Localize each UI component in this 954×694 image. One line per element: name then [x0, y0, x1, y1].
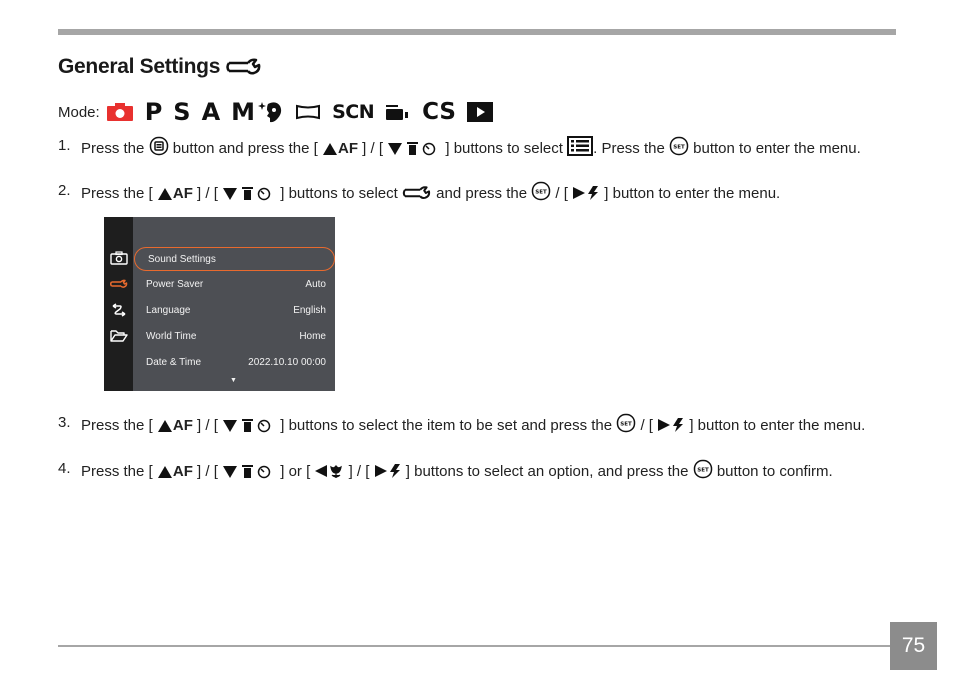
camera-menu-sidebar: [104, 217, 133, 391]
step-text: ] or [: [280, 463, 311, 480]
page-title: General Settings: [58, 55, 262, 79]
step-number: 3.: [58, 414, 71, 431]
camera-icon[interactable]: [110, 251, 128, 265]
up-arrow-icon: [157, 420, 172, 432]
panorama-icon: [295, 104, 321, 120]
menu-item-value: Home: [299, 330, 326, 342]
svg-text:SET: SET: [673, 145, 685, 151]
menu-item-label: World Time: [146, 330, 197, 342]
down-delete-timer-icon: [223, 465, 271, 479]
step-text: ] buttons to select: [445, 140, 563, 157]
menu-item-value: English: [293, 304, 326, 316]
step-3: 3. Press the [ AF ] / [ ] buttons to sel…: [58, 413, 896, 435]
menu-list-icon: [567, 136, 594, 156]
svg-text:SET: SET: [697, 468, 709, 474]
aperture-priority-mode-icon: A: [201, 98, 221, 126]
wrench-icon[interactable]: [110, 277, 128, 291]
program-mode-icon: P: [144, 98, 163, 126]
wrench-icon: [402, 186, 431, 199]
step-number: 1.: [58, 137, 71, 154]
camera-menu-screen: Sound Settings Power Saver Auto Language…: [104, 217, 335, 391]
right-flash-icon: [573, 186, 599, 200]
set-button-icon: SET: [531, 181, 551, 201]
step-text: ] / [: [197, 417, 218, 434]
step-2: 2. Press the [ AF ] / [ ] buttons to sel…: [58, 181, 896, 203]
right-flash-icon: [658, 418, 684, 432]
bottom-divider: [58, 645, 890, 647]
set-button-icon: SET: [669, 136, 689, 156]
wrench-icon: [226, 58, 261, 75]
mode-row: Mode: P S A M SCN CS: [58, 98, 504, 126]
step-number: 4.: [58, 460, 71, 477]
menu-item-value: Auto: [305, 278, 326, 290]
down-delete-timer-icon: [223, 187, 271, 201]
af-key-label: AF: [172, 463, 193, 480]
menu-item-label: Language: [146, 304, 191, 316]
transfer-icon[interactable]: [110, 303, 128, 317]
page-title-text: General Settings: [58, 55, 221, 78]
scroll-down-indicator[interactable]: ▼: [230, 377, 237, 384]
shutter-priority-mode-icon: S: [173, 98, 191, 126]
step-text: Press the [: [81, 417, 153, 434]
menu-item-label: Sound Settings: [148, 253, 216, 265]
step-text: button to confirm.: [716, 463, 833, 480]
step-text: button and press the [: [172, 140, 318, 157]
step-text: Press the [: [81, 463, 153, 480]
step-text: ] / [: [197, 185, 218, 202]
scene-mode-icon: SCN: [332, 101, 375, 123]
step-text: ] / [: [348, 463, 370, 480]
folder-icon[interactable]: [110, 329, 128, 343]
step-text: Press the: [81, 140, 145, 157]
step-text: ] buttons to select the item to be set a…: [280, 417, 613, 434]
menu-item-label: Power Saver: [146, 278, 204, 290]
af-key-label: AF: [172, 185, 193, 202]
step-text: / [: [640, 417, 653, 434]
step-text: Press the [: [81, 185, 153, 202]
menu-item-language[interactable]: Language English: [133, 298, 335, 322]
step-text: and press the: [436, 185, 528, 202]
step-text: . Press the: [593, 140, 665, 157]
menu-button-icon: [149, 136, 168, 156]
af-key-label: AF: [338, 140, 358, 157]
step-1: 1. Press the button and press the [ AF ]…: [58, 136, 896, 158]
step-text: / [: [555, 185, 568, 202]
set-button-icon: SET: [693, 459, 712, 479]
left-macro-icon: [315, 464, 343, 478]
menu-item-value: 2022.10.10 00:00: [248, 356, 326, 368]
play-icon: [466, 102, 493, 122]
step-text: button to enter the menu.: [693, 140, 861, 157]
step-number: 2.: [58, 182, 71, 199]
step-text: ] button to enter the menu.: [689, 417, 866, 434]
video-camera-icon: [385, 103, 411, 121]
menu-item-power-saver[interactable]: Power Saver Auto: [133, 272, 335, 296]
mode-label: Mode:: [58, 103, 100, 121]
camera-icon: [106, 102, 134, 122]
svg-text:SET: SET: [535, 190, 547, 196]
svg-text:SET: SET: [621, 422, 633, 428]
up-arrow-icon: [323, 143, 337, 155]
af-key-label: AF: [172, 417, 193, 434]
page-number: 75: [890, 622, 937, 670]
top-divider: [58, 29, 896, 35]
menu-item-world-time[interactable]: World Time Home: [133, 324, 335, 348]
down-delete-timer-icon: [223, 419, 271, 433]
custom-settings-mode-icon: CS: [422, 99, 456, 125]
step-text: ] / [: [362, 140, 384, 157]
down-delete-timer-icon: [388, 142, 436, 156]
step-text: ] / [: [197, 463, 218, 480]
step-text: ] buttons to select an option, and press…: [405, 463, 689, 480]
menu-item-label: Date & Time: [146, 356, 202, 368]
menu-item-sound-settings[interactable]: Sound Settings: [134, 247, 335, 271]
set-button-icon: SET: [617, 413, 636, 433]
step-text: ] button to enter the menu.: [604, 185, 781, 202]
up-arrow-icon: [157, 466, 172, 478]
menu-item-date-time[interactable]: Date & Time 2022.10.10 00:00: [133, 350, 335, 374]
up-arrow-icon: [157, 188, 172, 200]
step-4: 4. Press the [ AF ] / [ ] or [ ] / [ ] b…: [58, 459, 896, 481]
face-sparkle-icon: [258, 100, 284, 124]
manual-mode-icon: M: [231, 98, 256, 126]
right-flash-icon: [374, 464, 400, 478]
step-text: ] buttons to select: [280, 185, 398, 202]
